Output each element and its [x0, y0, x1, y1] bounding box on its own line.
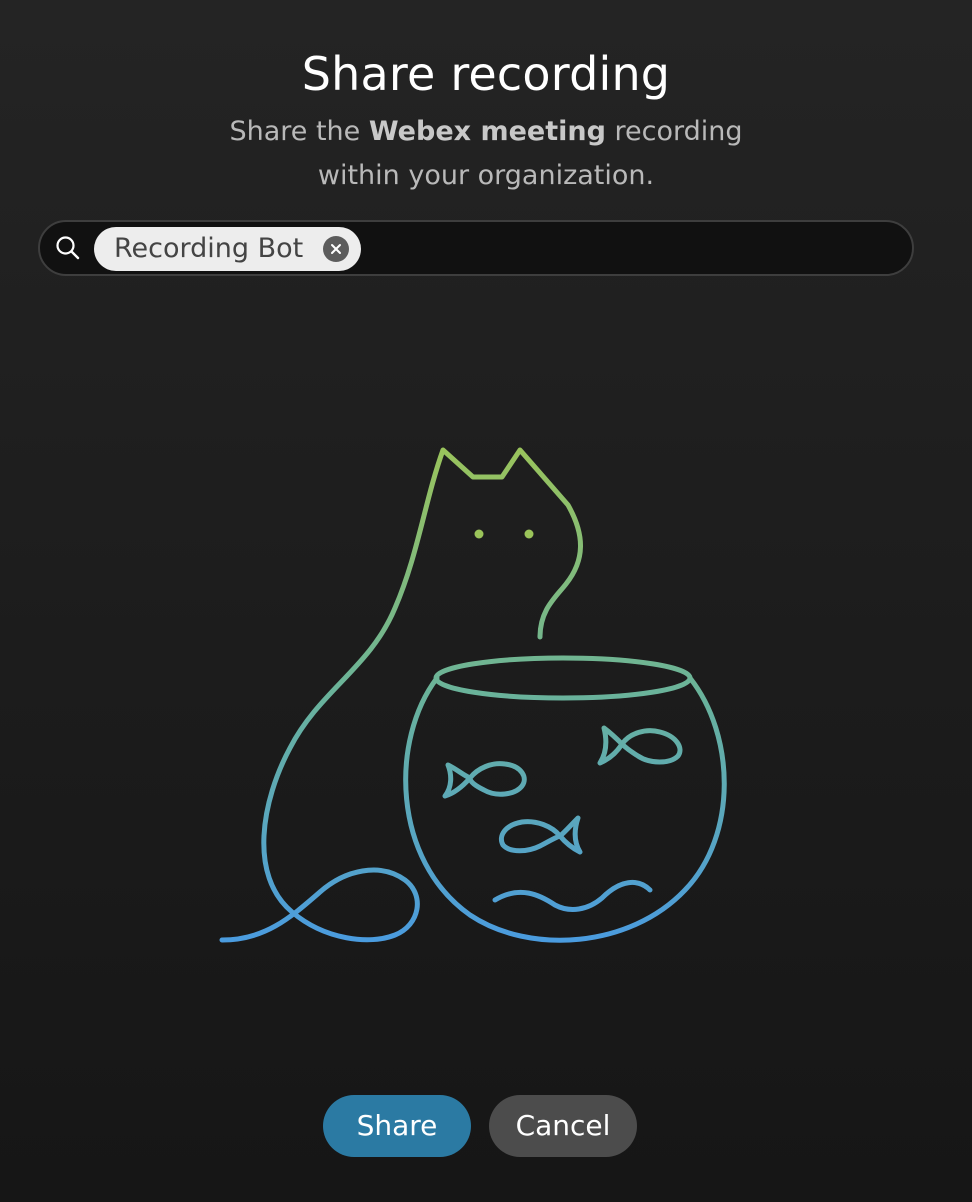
subtitle-emphasis: Webex meeting — [368, 116, 606, 147]
recipient-chip[interactable]: Recording Bot — [94, 227, 362, 271]
share-search-box[interactable]: Recording Bot — [38, 220, 914, 276]
search-icon — [56, 236, 80, 260]
dialog-subtitle: Share the Webex meeting recording within… — [200, 110, 772, 198]
subtitle-prefix: Share the — [229, 116, 369, 147]
cat-fishbowl-illustration — [219, 447, 727, 943]
cancel-button[interactable]: Cancel — [489, 1095, 637, 1157]
share-recording-dialog: Share recording Share the Webex meeting … — [0, 0, 972, 1202]
close-icon[interactable] — [323, 236, 350, 262]
recipient-chip-label: Recording Bot — [114, 233, 304, 264]
share-button[interactable]: Share — [323, 1095, 471, 1157]
search-input[interactable] — [376, 228, 900, 272]
dialog-title: Share recording — [301, 47, 671, 101]
